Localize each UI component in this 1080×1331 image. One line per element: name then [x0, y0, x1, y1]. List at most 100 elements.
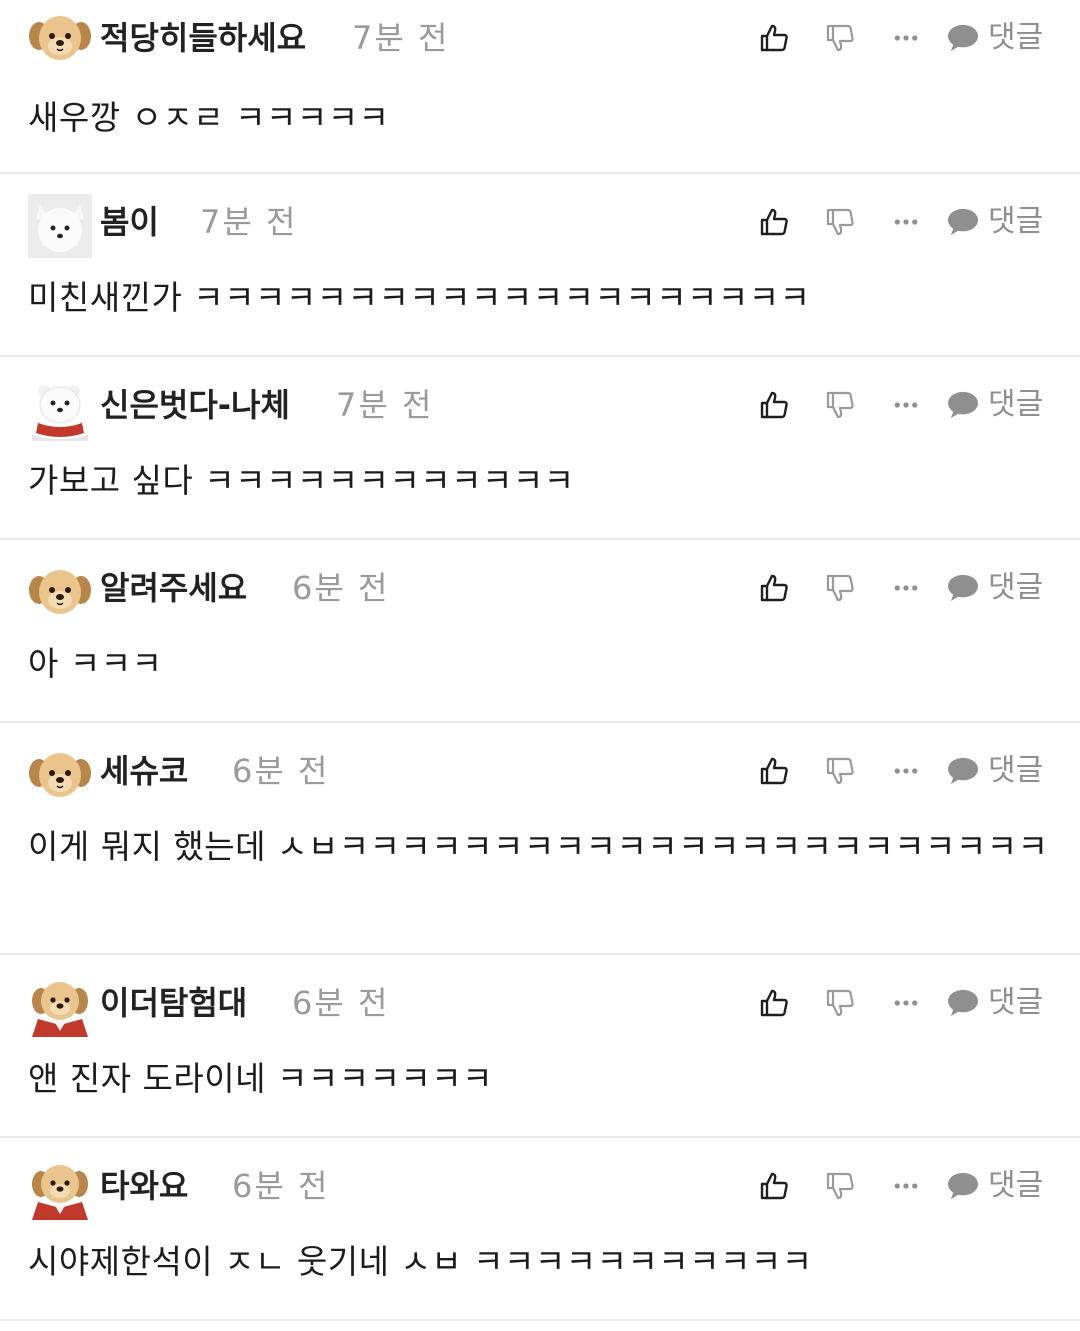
comment-time: 7분 전	[352, 19, 450, 57]
comment-nickname[interactable]: 봄이	[100, 202, 159, 242]
thumbs-down-icon	[824, 987, 856, 1019]
more-dots-icon	[892, 582, 920, 594]
speech-bubble-icon	[946, 756, 980, 786]
reply-button[interactable]: 댓글	[946, 14, 1052, 62]
reply-button[interactable]: 댓글	[946, 564, 1052, 612]
comment-text: 앤 진자 도라이네 ㅋㅋㅋㅋㅋㅋㅋ	[28, 1059, 494, 1098]
reply-label: 댓글	[988, 985, 1044, 1020]
comment-text: 미친새낀가 ㅋㅋㅋㅋㅋㅋㅋㅋㅋㅋㅋㅋㅋㅋㅋㅋㅋㅋㅋㅋ	[28, 278, 811, 317]
thumbs-down-icon	[824, 22, 856, 54]
dislike-button[interactable]	[818, 564, 862, 612]
reply-label: 댓글	[988, 20, 1044, 55]
thumbs-down-icon	[824, 1170, 856, 1202]
puppy-red-cape-icon[interactable]	[28, 1158, 92, 1222]
thumbs-up-icon	[758, 572, 790, 604]
more-button[interactable]	[884, 14, 928, 62]
comment-item: 적당히들하세요 7분 전 댓글 새우깡 ㅇㅈㄹ ㅋㅋㅋㅋㅋ	[0, 0, 1080, 174]
thumbs-up-icon	[758, 206, 790, 238]
more-button[interactable]	[884, 1162, 928, 1210]
comment-item: 봄이 7분 전 댓글 미친새낀가 ㅋㅋㅋㅋㅋㅋㅋㅋㅋㅋㅋㅋㅋㅋㅋㅋㅋㅋㅋㅋ	[0, 174, 1080, 357]
thumbs-up-icon	[758, 1170, 790, 1202]
comment-actions: 댓글	[752, 979, 1052, 1027]
thumbs-up-icon	[758, 389, 790, 421]
comment-actions: 댓글	[752, 198, 1052, 246]
reply-button[interactable]: 댓글	[946, 198, 1052, 246]
thumbs-up-icon	[758, 755, 790, 787]
more-dots-icon	[892, 765, 920, 777]
comment-text: 새우깡 ㅇㅈㄹ ㅋㅋㅋㅋㅋ	[28, 98, 390, 137]
dislike-button[interactable]	[818, 198, 862, 246]
like-button[interactable]	[752, 381, 796, 429]
comment-time: 7분 전	[200, 203, 298, 241]
like-button[interactable]	[752, 564, 796, 612]
puppy-face-icon[interactable]	[28, 560, 92, 624]
more-button[interactable]	[884, 747, 928, 795]
comment-header: 적당히들하세요 7분 전 댓글	[28, 0, 1052, 76]
comment-nickname[interactable]: 알려주세요	[100, 568, 247, 608]
comment-text: 아 ㅋㅋㅋ	[28, 644, 163, 683]
comment-nickname[interactable]: 적당히들하세요	[100, 18, 306, 58]
more-dots-icon	[892, 997, 920, 1009]
comment-text: 이게 뭐지 했는데 ㅅㅂㅋㅋㅋㅋㅋㅋㅋㅋㅋㅋㅋㅋㅋㅋㅋㅋㅋㅋㅋㅋㅋㅋㅋ	[28, 827, 1049, 866]
comment-nickname[interactable]: 세슈코	[100, 751, 188, 791]
reply-label: 댓글	[988, 204, 1044, 239]
reply-label: 댓글	[988, 1168, 1044, 1203]
more-dots-icon	[892, 216, 920, 228]
reply-button[interactable]: 댓글	[946, 1162, 1052, 1210]
comment-header: 알려주세요 6분 전 댓글	[28, 540, 1052, 622]
comment-actions: 댓글	[752, 1162, 1052, 1210]
comment-actions: 댓글	[752, 14, 1052, 62]
comment-time: 6분 전	[292, 569, 390, 607]
reply-button[interactable]: 댓글	[946, 381, 1052, 429]
speech-bubble-icon	[946, 207, 980, 237]
dislike-button[interactable]	[818, 1162, 862, 1210]
reply-button[interactable]: 댓글	[946, 747, 1052, 795]
speech-bubble-icon	[946, 988, 980, 1018]
comment-item: 세슈코 6분 전 댓글 이게 뭐지 했는데 ㅅㅂㅋㅋㅋㅋㅋㅋㅋㅋㅋㅋㅋㅋㅋㅋㅋㅋ…	[0, 723, 1080, 955]
more-dots-icon	[892, 399, 920, 411]
comment-nickname[interactable]: 타와요	[100, 1166, 188, 1206]
comment-text: 가보고 싶다 ㅋㅋㅋㅋㅋㅋㅋㅋㅋㅋㅋㅋ	[28, 461, 575, 500]
speech-bubble-icon	[946, 23, 980, 53]
like-button[interactable]	[752, 979, 796, 1027]
comment-time: 6분 전	[232, 752, 330, 790]
reply-label: 댓글	[988, 387, 1044, 422]
more-button[interactable]	[884, 381, 928, 429]
speech-bubble-icon	[946, 573, 980, 603]
comment-time: 6분 전	[232, 1167, 330, 1205]
comment-nickname[interactable]: 신은벗다-나체	[100, 385, 290, 425]
dislike-button[interactable]	[818, 14, 862, 62]
comment-header: 이더탐험대 6분 전 댓글	[28, 955, 1052, 1037]
comment-header: 타와요 6분 전 댓글	[28, 1138, 1052, 1220]
white-dog-red-scarf-icon[interactable]	[28, 377, 92, 441]
comment-item: 이더탐험대 6분 전 댓글 앤 진자 도라이네 ㅋㅋㅋㅋㅋㅋㅋ	[0, 955, 1080, 1138]
comment-item: 알려주세요 6분 전 댓글 아 ㅋㅋㅋ	[0, 540, 1080, 723]
white-samoyed-icon[interactable]	[28, 194, 92, 258]
like-button[interactable]	[752, 14, 796, 62]
comment-item: 신은벗다-나체 7분 전 댓글 가보고 싶다 ㅋㅋㅋㅋㅋㅋㅋㅋㅋㅋㅋㅋ	[0, 357, 1080, 540]
puppy-face-icon[interactable]	[28, 743, 92, 807]
dislike-button[interactable]	[818, 747, 862, 795]
more-dots-icon	[892, 32, 920, 44]
comment-list: 적당히들하세요 7분 전 댓글 새우깡 ㅇㅈㄹ ㅋㅋㅋㅋㅋ 봄이 7분 전 댓글…	[0, 0, 1080, 1321]
more-button[interactable]	[884, 198, 928, 246]
dislike-button[interactable]	[818, 979, 862, 1027]
like-button[interactable]	[752, 198, 796, 246]
comment-item: 타와요 6분 전 댓글 시야제한석이 ㅈㄴ 웃기네 ㅅㅂ ㅋㅋㅋㅋㅋㅋㅋㅋㅋㅋㅋ	[0, 1138, 1080, 1321]
like-button[interactable]	[752, 747, 796, 795]
speech-bubble-icon	[946, 1171, 980, 1201]
like-button[interactable]	[752, 1162, 796, 1210]
puppy-face-icon[interactable]	[28, 6, 92, 70]
thumbs-down-icon	[824, 572, 856, 604]
comment-time: 7분 전	[336, 386, 434, 424]
comment-header: 봄이 7분 전 댓글	[28, 174, 1052, 256]
comment-header: 세슈코 6분 전 댓글	[28, 723, 1052, 805]
reply-label: 댓글	[988, 570, 1044, 605]
comment-nickname[interactable]: 이더탐험대	[100, 983, 247, 1023]
dislike-button[interactable]	[818, 381, 862, 429]
puppy-red-cape-icon[interactable]	[28, 975, 92, 1039]
comment-text: 시야제한석이 ㅈㄴ 웃기네 ㅅㅂ ㅋㅋㅋㅋㅋㅋㅋㅋㅋㅋㅋ	[28, 1242, 813, 1281]
more-button[interactable]	[884, 564, 928, 612]
reply-button[interactable]: 댓글	[946, 979, 1052, 1027]
more-button[interactable]	[884, 979, 928, 1027]
